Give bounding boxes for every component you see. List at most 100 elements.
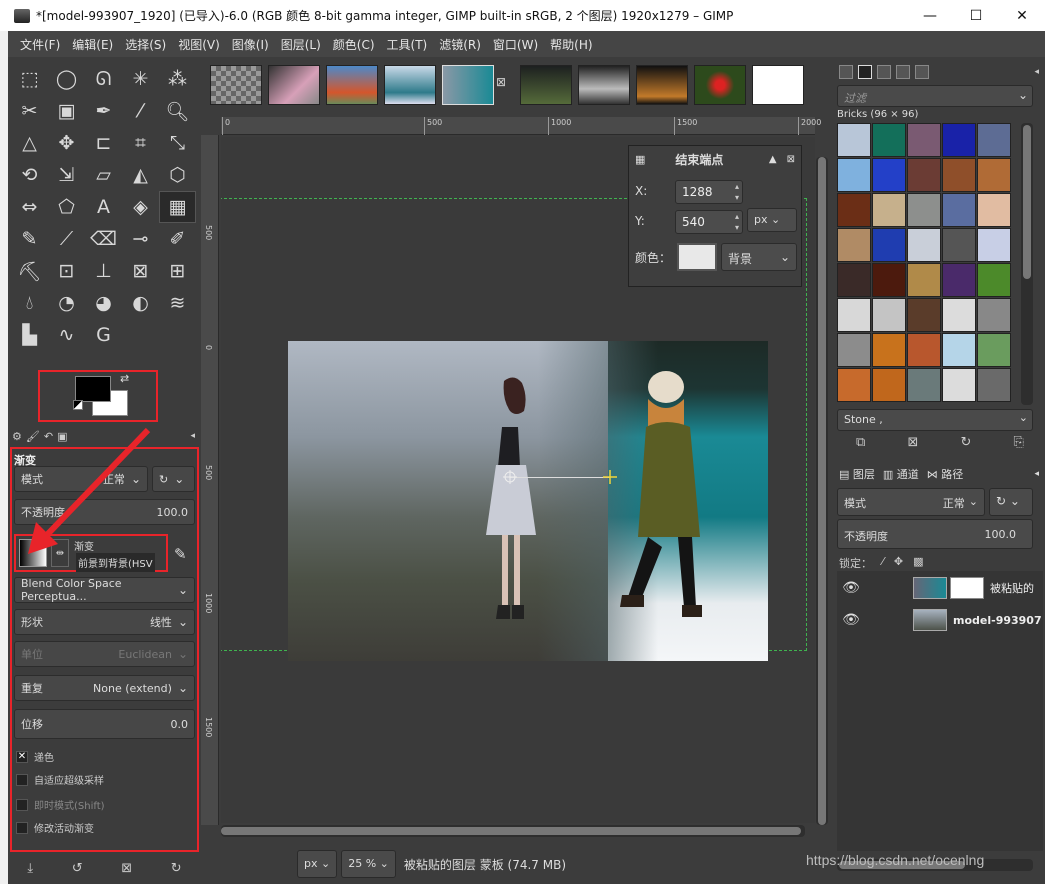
visibility-eye-icon[interactable]: 👁︎ — [837, 612, 865, 628]
horizontal-scrollbar[interactable] — [221, 825, 805, 837]
zoom-select[interactable]: 25 % ⌄ — [341, 850, 396, 878]
color-type-select[interactable]: 背景 ⌄ — [721, 243, 797, 271]
pattern-swatch[interactable] — [872, 368, 906, 402]
image-photo[interactable] — [288, 341, 768, 661]
histogram-icon[interactable]: ▙ — [11, 319, 48, 351]
refresh-patterns-icon[interactable]: ↻ — [960, 435, 971, 457]
pattern-swatch[interactable] — [907, 228, 941, 262]
pattern-swatch[interactable] — [942, 333, 976, 367]
palettes-tab-icon[interactable] — [896, 65, 910, 79]
save-options-icon[interactable]: ⤓ — [27, 861, 33, 876]
lock-alpha-icon[interactable]: ▩ — [913, 555, 923, 571]
scrollbar-thumb[interactable] — [818, 157, 826, 825]
menu-image[interactable]: 图像(I) — [226, 36, 275, 53]
pattern-swatch[interactable] — [977, 298, 1011, 332]
blend-icon[interactable]: ▦ — [159, 191, 196, 223]
pattern-swatch[interactable] — [907, 298, 941, 332]
pattern-swatch[interactable] — [907, 158, 941, 192]
image-tab-thumb[interactable] — [694, 65, 746, 105]
menu-tools[interactable]: 工具(T) — [381, 36, 434, 53]
pattern-swatch[interactable] — [907, 193, 941, 227]
close-tab-icon[interactable]: ⊠ — [496, 75, 506, 89]
tab-layers[interactable]: ▤ 图层 — [839, 466, 875, 482]
lock-position-icon[interactable]: ✥ — [894, 555, 903, 571]
pattern-swatch[interactable] — [977, 123, 1011, 157]
rect-select-icon[interactable]: ⬚ — [11, 63, 48, 95]
cage-icon[interactable]: ⬠ — [48, 191, 85, 223]
menu-help[interactable]: 帮助(H) — [544, 36, 598, 53]
gradient-preview[interactable] — [19, 539, 47, 567]
tool-presets-tab-icon[interactable] — [915, 65, 929, 79]
align-icon[interactable]: ⊏ — [85, 127, 122, 159]
delete-pattern-icon[interactable]: ⊠ — [907, 435, 918, 457]
ink-icon[interactable]: ✐ — [159, 223, 196, 255]
image-tab-thumb[interactable] — [268, 65, 320, 105]
layer-row[interactable]: 👁︎ 被粘贴的 — [837, 573, 1043, 603]
dock-config-icon[interactable]: ◂ — [190, 431, 195, 441]
eraser-icon[interactable]: ⌫ — [85, 223, 122, 255]
pattern-swatch[interactable] — [977, 333, 1011, 367]
scale-icon[interactable]: ⇲ — [48, 159, 85, 191]
foreground-color-swatch[interactable] — [75, 376, 111, 402]
pattern-swatch[interactable] — [942, 368, 976, 402]
curves-icon[interactable]: ≋ — [159, 287, 196, 319]
images-tab-icon[interactable]: ▣ — [57, 430, 67, 443]
pattern-swatch[interactable] — [977, 228, 1011, 262]
scissors-select-icon[interactable]: ✂ — [11, 95, 48, 127]
pattern-swatch[interactable] — [872, 333, 906, 367]
rotate-icon[interactable]: ⟲ — [11, 159, 48, 191]
end-color-swatch[interactable] — [677, 243, 717, 271]
text-icon[interactable]: A — [85, 191, 122, 223]
layer-mode-reset-button[interactable]: ↻ ⌄ — [989, 488, 1033, 516]
menu-layer[interactable]: 图层(L) — [275, 36, 327, 53]
close-button[interactable]: ✕ — [999, 0, 1045, 31]
pattern-swatch[interactable] — [837, 368, 871, 402]
paintbrush-icon[interactable]: ⟋ — [48, 223, 85, 255]
reset-options-icon[interactable]: ↻ — [171, 861, 182, 876]
menu-edit[interactable]: 编辑(E) — [66, 36, 119, 53]
mode-reset-button[interactable]: ↻ ⌄ — [152, 466, 195, 492]
pattern-swatch[interactable] — [837, 193, 871, 227]
menu-colors[interactable]: 颜色(C) — [327, 36, 381, 53]
select-by-color-icon[interactable]: ⁂ — [159, 63, 196, 95]
pattern-filter-input[interactable]: 过滤 ⌄ — [837, 85, 1033, 107]
maximize-button[interactable]: ☐ — [953, 0, 999, 31]
dodge-icon[interactable]: ◕ — [85, 287, 122, 319]
undo-history-tab-icon[interactable]: ↶ — [44, 430, 53, 443]
move-icon[interactable]: ✥ — [48, 127, 85, 159]
pattern-swatch[interactable] — [872, 158, 906, 192]
gegl-icon[interactable]: G — [85, 319, 122, 351]
airbrush-icon[interactable]: ⊸ — [122, 223, 159, 255]
reset-colors-icon[interactable] — [73, 400, 83, 410]
delete-options-icon[interactable]: ⊠ — [121, 861, 132, 876]
shape-select[interactable]: 形状 线性 ⌄ — [14, 609, 195, 635]
pattern-swatch[interactable] — [837, 333, 871, 367]
mypaint-brush-icon[interactable]: ◔ — [48, 287, 85, 319]
restore-options-icon[interactable]: ↺ — [72, 861, 83, 876]
unit-select[interactable]: px ⌄ — [747, 208, 797, 232]
unified-transform-icon[interactable]: ⤡ — [159, 127, 196, 159]
fuzzy-select-icon[interactable]: ✳ — [122, 63, 159, 95]
instant-mode-checkbox[interactable]: 即时模式(Shift) — [16, 797, 105, 812]
close-icon[interactable]: ⊠ — [787, 154, 795, 165]
pattern-swatch[interactable] — [942, 123, 976, 157]
layer-row[interactable]: 👁︎ model-993907 — [837, 605, 1043, 635]
gradient-end-handle[interactable] — [603, 470, 617, 484]
vertical-scrollbar[interactable] — [816, 157, 828, 825]
lock-pixels-icon[interactable]: ⁄ — [882, 555, 884, 571]
duplicate-pattern-icon[interactable]: ⧉ — [856, 435, 865, 457]
free-select-icon[interactable]: ᘏ — [85, 63, 122, 95]
offset-slider[interactable]: 位移 0.0 — [14, 709, 195, 739]
fonts-tab-icon[interactable] — [877, 65, 891, 79]
pattern-swatch[interactable] — [907, 123, 941, 157]
menu-filters[interactable]: 滤镜(R) — [433, 36, 487, 53]
measure-icon[interactable]: △ — [11, 127, 48, 159]
pattern-swatch[interactable] — [942, 193, 976, 227]
reverse-gradient-icon[interactable]: ⇹ — [51, 539, 69, 567]
menu-windows[interactable]: 窗口(W) — [487, 36, 544, 53]
pattern-swatch[interactable] — [977, 368, 1011, 402]
pattern-swatch[interactable] — [907, 263, 941, 297]
image-tab-thumb[interactable] — [384, 65, 436, 105]
dither-checkbox[interactable]: ✕ 递色 — [16, 749, 54, 764]
image-tab-thumb[interactable] — [326, 65, 378, 105]
